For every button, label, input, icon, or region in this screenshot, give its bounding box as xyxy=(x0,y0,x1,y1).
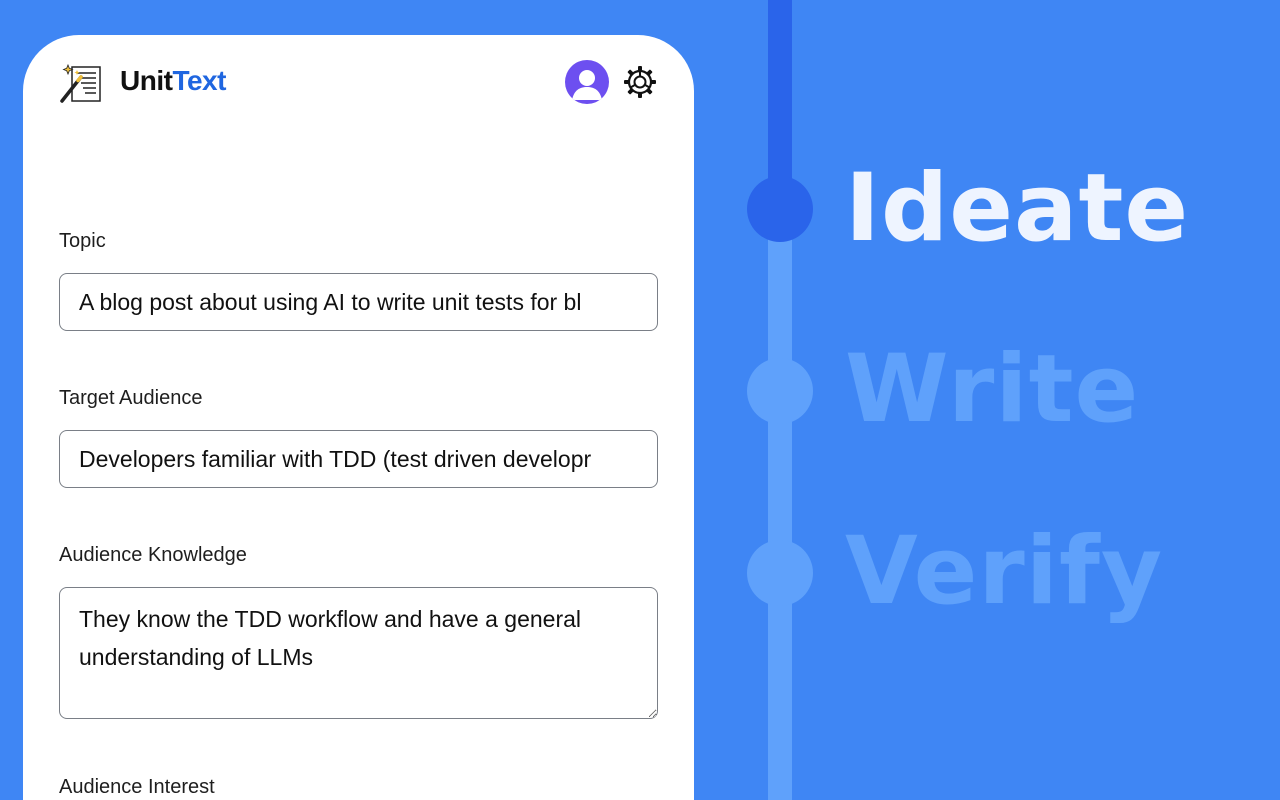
magic-wand-document-icon xyxy=(59,63,103,103)
brand-part-unit: Unit xyxy=(120,65,173,96)
step-label-ideate: Ideate xyxy=(845,154,1190,263)
step-dot-verify xyxy=(747,540,813,606)
brand-part-text: Text xyxy=(172,65,226,96)
audience-knowledge-textarea[interactable]: They know the TDD workflow and have a ge… xyxy=(59,587,658,719)
app-brand-title: UnitText xyxy=(120,65,226,97)
step-label-verify: Verify xyxy=(845,517,1164,626)
app-header: UnitText xyxy=(23,35,694,135)
step-label-write: Write xyxy=(845,335,1140,444)
form-panel: UnitText Topic A blog post about using A… xyxy=(23,35,694,800)
step-dot-ideate xyxy=(747,176,813,242)
target-audience-input[interactable] xyxy=(59,430,658,488)
audience-interest-label: Audience Interest xyxy=(59,776,215,798)
user-avatar-button[interactable] xyxy=(565,60,609,104)
gear-icon xyxy=(624,66,656,98)
target-audience-label: Target Audience xyxy=(59,387,203,409)
settings-button[interactable] xyxy=(623,65,657,99)
step-dot-write xyxy=(747,358,813,424)
user-avatar-icon xyxy=(572,70,602,100)
timeline-track xyxy=(768,210,792,800)
topic-input[interactable] xyxy=(59,273,658,331)
audience-knowledge-label: Audience Knowledge xyxy=(59,544,247,566)
topic-label: Topic xyxy=(59,230,106,252)
